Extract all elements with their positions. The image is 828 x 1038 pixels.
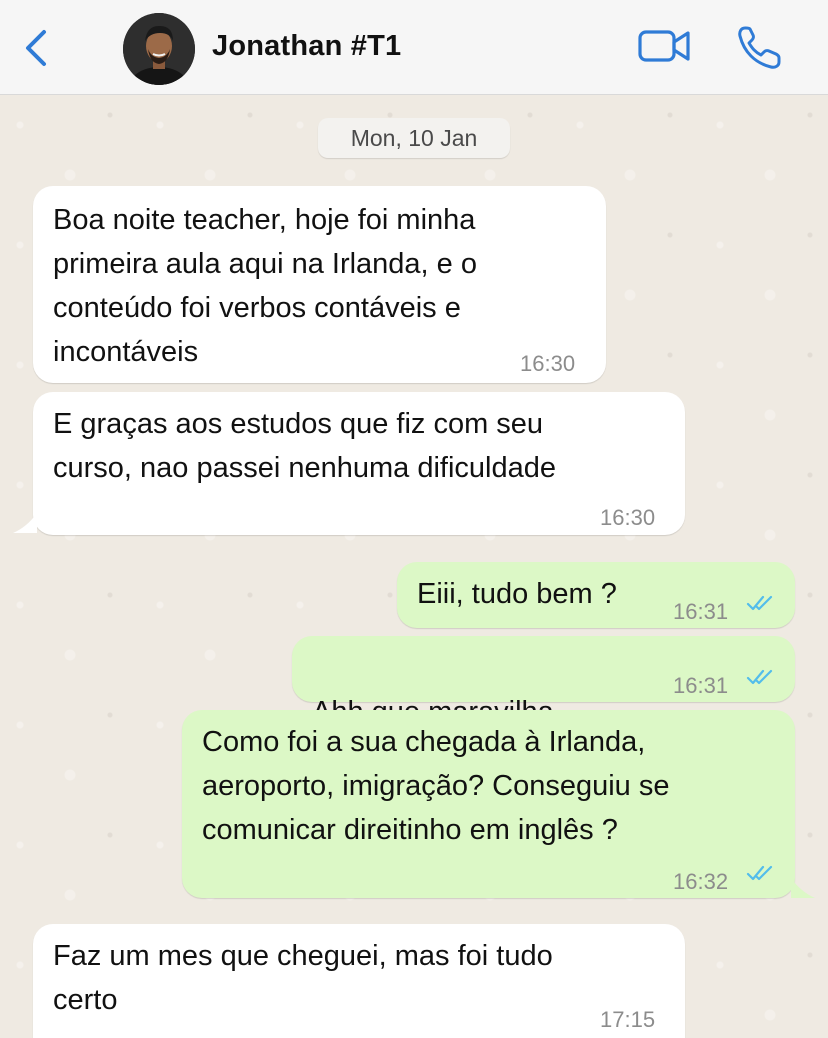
- voice-call-button[interactable]: [735, 22, 785, 72]
- contact-avatar[interactable]: [123, 13, 195, 85]
- outgoing-message[interactable]: Ahh que maravilha 16:31: [292, 636, 795, 770]
- message-time: 16:31: [673, 599, 729, 624]
- contact-name[interactable]: Jonathan #T1: [212, 30, 401, 63]
- incoming-message[interactable]: E graças aos estudos que fiz com seu cur…: [13, 392, 685, 535]
- read-receipt-icon: [746, 865, 773, 881]
- message-time: 16:32: [673, 869, 729, 894]
- back-button[interactable]: [16, 24, 60, 72]
- date-separator: Mon, 10 Jan: [318, 118, 510, 158]
- read-receipt-icon: [746, 669, 773, 685]
- chevron-left-icon: [26, 30, 46, 66]
- message-time: 17:15: [600, 1007, 656, 1032]
- message-text: Eiii, tudo bem ?: [417, 578, 617, 610]
- message-text: Boa noite teacher, hoje foi minha primei…: [53, 204, 477, 368]
- outgoing-message[interactable]: Eiii, tudo bem ? 16:31: [397, 562, 795, 628]
- outgoing-message[interactable]: Como foi a sua chegada à Irlanda, aeropo…: [182, 710, 815, 898]
- bubble-tail: [791, 878, 815, 898]
- bubble-tail: [13, 513, 37, 533]
- message-list[interactable]: Mon, 10 Jan Boa noite teacher, hoje foi …: [0, 95, 828, 1038]
- message-text: E graças aos estudos que fiz com seu cur…: [53, 408, 556, 484]
- message-time: 16:31: [673, 673, 729, 698]
- phone-icon: [738, 26, 781, 69]
- message-time: 16:30: [600, 505, 656, 530]
- incoming-message[interactable]: Faz um mes que cheguei, mas foi tudo cer…: [33, 924, 685, 1038]
- video-call-button[interactable]: [637, 22, 693, 70]
- incoming-message[interactable]: Boa noite teacher, hoje foi minha primei…: [33, 186, 606, 383]
- message-text: Como foi a sua chegada à Irlanda, aeropo…: [202, 726, 670, 846]
- video-camera-icon: [638, 30, 690, 62]
- avatar-photo-icon: [123, 13, 195, 85]
- message-time: 16:30: [520, 351, 576, 376]
- read-receipt-icon: [746, 595, 773, 611]
- chat-header: Jonathan #T1: [0, 0, 828, 95]
- message-text: Faz um mes que cheguei, mas foi tudo cer…: [53, 940, 553, 1016]
